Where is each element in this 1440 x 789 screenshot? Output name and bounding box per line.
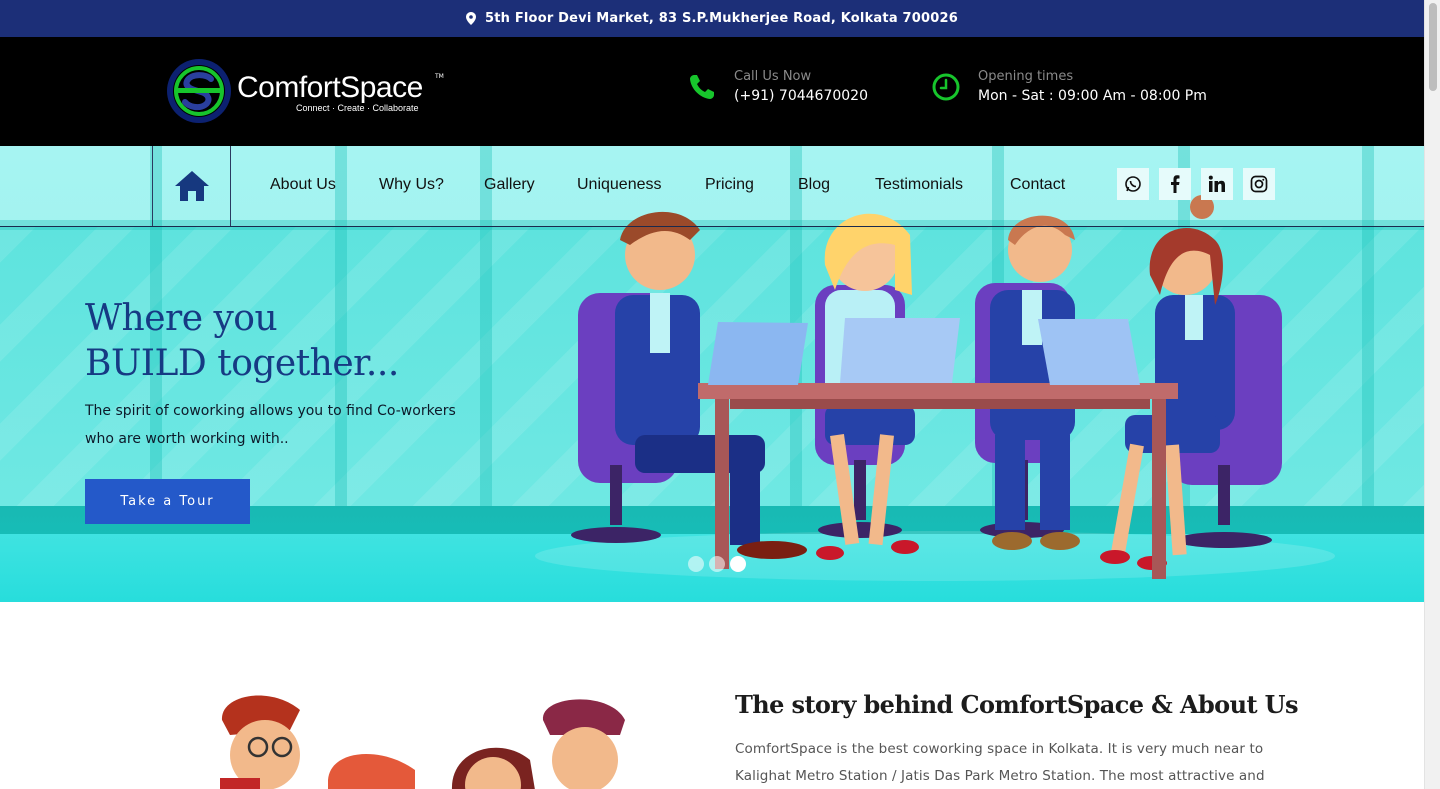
call-label: Call Us Now [734, 69, 812, 84]
take-a-tour-button[interactable]: Take a Tour [85, 479, 250, 524]
map-pin-icon [465, 12, 476, 25]
logo-wordmark: ComfortSpace [237, 71, 423, 104]
page-scrollbar[interactable] [1424, 0, 1440, 789]
address-bar: 5th Floor Devi Market, 83 S.P.Mukherjee … [0, 0, 1424, 37]
logo-mark-icon [167, 59, 231, 123]
laptops [708, 318, 1140, 385]
instagram-link[interactable] [1243, 168, 1275, 200]
main-nav: About Us Why Us? Gallery Uniqueness Pric… [0, 146, 1424, 227]
nav-blog[interactable]: Blog [798, 176, 830, 194]
address-text: 5th Floor Devi Market, 83 S.P.Mukherjee … [484, 11, 958, 26]
whatsapp-link[interactable] [1117, 168, 1149, 200]
slider-dot[interactable] [688, 556, 704, 572]
friend-3 [452, 747, 535, 789]
logo-tagline: Connect · Create · Collaborate [296, 103, 419, 113]
friends-illustration [220, 695, 625, 789]
nav-testimonials[interactable]: Testimonials [875, 176, 963, 194]
phone-icon [690, 75, 714, 99]
nav-contact[interactable]: Contact [1010, 176, 1065, 194]
slider-dots [688, 556, 746, 572]
nav-pricing[interactable]: Pricing [705, 176, 754, 194]
opening-info: Opening times Mon - Sat : 09:00 Am - 08:… [932, 69, 1207, 104]
hero-title-line-1: Where you [85, 298, 278, 339]
slider-dot[interactable] [709, 556, 725, 572]
opening-label: Opening times [978, 69, 1074, 84]
team-meeting-illustration [571, 195, 1282, 579]
nav-gallery[interactable]: Gallery [484, 176, 535, 194]
whatsapp-icon [1125, 176, 1141, 192]
instagram-icon [1250, 175, 1268, 193]
home-icon [174, 171, 209, 201]
logo-trademark: TM [435, 73, 444, 80]
home-link[interactable] [152, 146, 231, 226]
linkedin-icon [1208, 175, 1225, 192]
nav-uniqueness[interactable]: Uniqueness [577, 176, 662, 194]
facebook-icon [1171, 175, 1180, 193]
hero-title: Where you BUILD together... [85, 296, 399, 386]
linkedin-link[interactable] [1201, 168, 1233, 200]
clock-icon [932, 73, 960, 101]
brand-logo[interactable]: ComfortSpace TM Connect · Create · Colla… [165, 57, 450, 127]
hero-title-line-2: BUILD together... [85, 343, 399, 384]
opening-hours: Mon - Sat : 09:00 Am - 08:00 Pm [978, 88, 1207, 104]
about-title: The story behind ComfortSpace & About Us [735, 690, 1299, 719]
slider-dot-active[interactable] [730, 556, 746, 572]
facebook-link[interactable] [1159, 168, 1191, 200]
call-number[interactable]: (+91) 7044670020 [734, 88, 868, 104]
nav-about-us[interactable]: About Us [270, 176, 336, 194]
call-info[interactable]: Call Us Now (+91) 7044670020 [688, 69, 868, 104]
hero-subtitle: The spirit of coworking allows you to fi… [85, 403, 456, 447]
about-body: ComfortSpace is the best coworking space… [735, 741, 1265, 784]
friend-4 [542, 699, 625, 789]
friend-2 [328, 754, 415, 789]
scrollbar-thumb[interactable] [1429, 3, 1437, 91]
friend-1 [220, 695, 300, 789]
site-header: ComfortSpace TM Connect · Create · Colla… [0, 37, 1424, 146]
nav-why-us[interactable]: Why Us? [379, 176, 444, 194]
